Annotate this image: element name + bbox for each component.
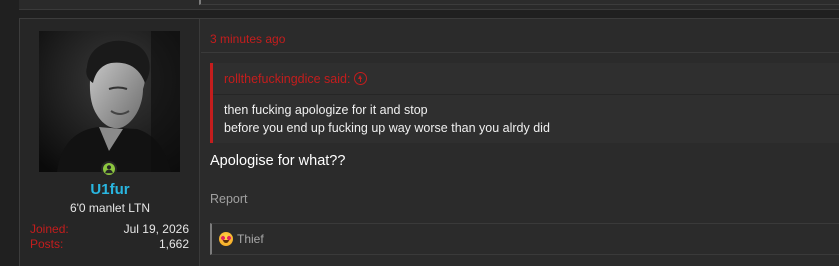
- stat-value: 1,662: [158, 237, 189, 251]
- previous-post-reactions-edge: [199, 0, 839, 5]
- report-link[interactable]: Report: [210, 192, 248, 206]
- user-title: 6'0 manlet LTN: [69, 201, 151, 215]
- post-user-cell: U1fur 6'0 manlet LTN Joined: Jul 19, 202…: [20, 19, 200, 266]
- avatar-photo: [39, 31, 180, 172]
- reactions-users-link[interactable]: Thief: [237, 232, 264, 246]
- mouth: [223, 240, 229, 243]
- quote-header: rollthefuckingdice said:: [213, 63, 839, 95]
- stat-label: Joined:: [30, 222, 69, 236]
- quote-author-link[interactable]: rollthefuckingdice said:: [224, 72, 350, 86]
- arrow-up-circle-icon[interactable]: [354, 72, 368, 85]
- post-timestamp-link[interactable]: 3 minutes ago: [210, 32, 285, 46]
- divider: [201, 52, 839, 53]
- quote-line: before you end up fucking up way worse t…: [224, 121, 550, 135]
- stat-joined: Joined: Jul 19, 2026: [30, 222, 189, 237]
- quote-content: then fucking apologize for it and stop b…: [224, 101, 831, 137]
- post-message: Apologise for what??: [210, 153, 346, 169]
- post-main-cell: 3 minutes ago rollthefuckingdice said: t…: [201, 19, 839, 266]
- user-stats: Joined: Jul 19, 2026 Posts: 1,662: [30, 222, 189, 252]
- post: U1fur 6'0 manlet LTN Joined: Jul 19, 202…: [19, 18, 839, 266]
- online-status-icon: [101, 161, 117, 177]
- thread-page: U1fur 6'0 manlet LTN Joined: Jul 19, 202…: [0, 0, 839, 266]
- stat-value: Jul 19, 2026: [123, 222, 189, 236]
- avatar[interactable]: [39, 31, 180, 172]
- stat-label: Posts:: [30, 237, 64, 251]
- username-link[interactable]: U1fur: [20, 181, 200, 198]
- heart-eyes-icon: [219, 232, 233, 246]
- reactions-bar[interactable]: Thief: [210, 223, 839, 255]
- previous-post-edge: [19, 0, 839, 10]
- quote-block: rollthefuckingdice said: then fucking ap…: [210, 63, 839, 143]
- quote-line: then fucking apologize for it and stop: [224, 103, 428, 117]
- stat-posts: Posts: 1,662: [30, 237, 189, 252]
